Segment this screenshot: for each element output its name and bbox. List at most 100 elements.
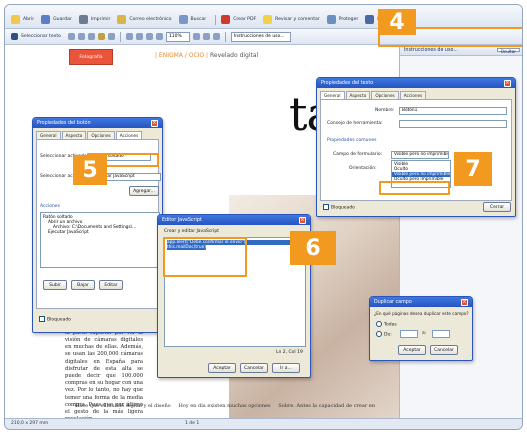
name-field[interactable]: Botón1 xyxy=(399,107,507,115)
dialog-title: Propiedades del botón xyxy=(37,120,91,126)
pen-icon[interactable] xyxy=(365,15,375,24)
locked-checkbox[interactable]: Bloqueado xyxy=(323,204,355,211)
print-icon[interactable] xyxy=(78,15,88,24)
highlight-code xyxy=(163,237,247,277)
locked-label: Bloqueado xyxy=(47,317,71,323)
footer-col-3: Sobre. Antes la capacidad de crear en xyxy=(278,403,375,409)
radio-icon[interactable] xyxy=(376,321,382,327)
toolbar-search[interactable]: Buscar xyxy=(191,17,207,22)
tab-actions[interactable]: Acciones xyxy=(399,91,427,99)
callout-7: 7 xyxy=(454,152,492,186)
tab-appearance[interactable]: Aspecto xyxy=(345,91,371,99)
checkbox-icon[interactable] xyxy=(39,316,45,322)
common-props-header: Propiedades comunes xyxy=(327,138,377,143)
toolbar-print[interactable]: Imprimir xyxy=(91,17,111,22)
next-page-icon[interactable] xyxy=(135,33,143,40)
accept-button[interactable]: Aceptar xyxy=(208,363,236,373)
duplicate-question: ¿En qué páginas desea duplicar este camp… xyxy=(374,311,469,316)
checkbox-tool-icon[interactable] xyxy=(107,33,115,40)
page-header: | ENIGMA / OCIO | Revelado digital xyxy=(155,52,258,59)
button-properties-dialog: Propiedades del botón × General Aspecto … xyxy=(32,117,163,333)
close-button[interactable]: Cerrar xyxy=(483,202,511,212)
screenshot-frame: Abrir Guardar Imprimir Correo electrónic… xyxy=(0,0,527,434)
radio-icon[interactable] xyxy=(376,331,382,337)
tooltip-field[interactable] xyxy=(399,120,507,128)
locked-checkbox[interactable]: Bloqueado xyxy=(39,316,71,323)
open-icon[interactable] xyxy=(11,15,20,24)
snapshot-icon[interactable] xyxy=(87,33,95,40)
goto-button[interactable]: Ir a... xyxy=(272,363,300,373)
create-pdf-icon[interactable] xyxy=(221,15,231,24)
orientation-label: Orientación: xyxy=(349,166,377,171)
page-header-title: Revelado digital xyxy=(210,52,259,59)
footer-col-2: Hoy en día existen muchas opciones xyxy=(178,403,271,409)
dialog-title: Propiedades del texto xyxy=(321,80,374,86)
radio-from-label: De: xyxy=(384,332,392,338)
move-down-button[interactable]: Bajar xyxy=(71,280,95,290)
email-icon[interactable] xyxy=(117,15,127,24)
from-page-field[interactable] xyxy=(400,330,418,338)
tab-actions[interactable]: Acciones xyxy=(115,131,143,139)
search-icon[interactable] xyxy=(178,15,188,24)
radio-all[interactable]: Todas xyxy=(376,321,397,328)
move-up-button[interactable]: Subir xyxy=(43,280,67,290)
duplicate-field-dialog: Duplicar campo × ¿En qué páginas desea d… xyxy=(369,296,473,361)
toolbar-create-pdf[interactable]: Crear PDF xyxy=(233,17,256,22)
fit-page-icon[interactable] xyxy=(192,33,200,40)
toolbar-open[interactable]: Abrir xyxy=(23,17,34,22)
read-mode-icon[interactable] xyxy=(212,33,220,40)
text-cursor-icon[interactable] xyxy=(11,33,18,40)
save-icon[interactable] xyxy=(41,15,51,24)
zoom-icon[interactable] xyxy=(77,33,85,40)
help-panel-close-button[interactable]: Ocultar xyxy=(496,48,520,54)
close-icon[interactable]: × xyxy=(151,119,158,127)
tree-item[interactable]: Ejecutar JavaScript xyxy=(43,230,157,235)
zoom-in-icon[interactable] xyxy=(155,33,163,40)
help-panel-title: Instrucciones de uso... xyxy=(404,48,458,53)
main-toolbar: Abrir Guardar Imprimir Correo electrónic… xyxy=(5,5,522,29)
toolbar-separator xyxy=(215,14,217,25)
select-text-tool[interactable]: Seleccionar texto xyxy=(21,34,61,39)
close-icon[interactable]: × xyxy=(504,79,511,87)
callout-4: 4 xyxy=(378,9,416,35)
name-label: Nombre: xyxy=(375,108,395,113)
toolbar-protect[interactable]: Proteger xyxy=(339,17,359,22)
zoom-out-icon[interactable] xyxy=(145,33,153,40)
tab-options[interactable]: Opciones xyxy=(371,91,399,99)
cancel-button[interactable]: Cancelar xyxy=(240,363,268,373)
article-footer-row: Hace que el mundo digital y el diseño Ho… xyxy=(75,403,375,409)
toolbar-email[interactable]: Correo electrónico xyxy=(129,17,171,22)
toolbar-save[interactable]: Guardar xyxy=(53,17,72,22)
form-field-select[interactable]: Visible pero no imprimible xyxy=(391,151,449,159)
tab-appearance[interactable]: Aspecto xyxy=(61,131,87,139)
edit-action-button[interactable]: Editar xyxy=(99,280,123,290)
actions-tree[interactable]: Ratón soltado Abrir un archivo Archivo: … xyxy=(40,212,160,268)
form-field-icon[interactable] xyxy=(97,33,105,40)
to-label: a: xyxy=(422,331,427,336)
status-bar: 210,0 x 297 mm 1 de 1 xyxy=(5,418,522,429)
radio-range[interactable]: De: xyxy=(376,331,392,338)
toolbar-review[interactable]: Revisar y comentar xyxy=(275,17,320,22)
acrobat-window: Abrir Guardar Imprimir Correo electrónic… xyxy=(4,4,523,430)
comment-icon[interactable] xyxy=(263,15,273,24)
hand-icon[interactable] xyxy=(67,33,75,40)
cancel-button[interactable]: Cancelar xyxy=(430,345,458,355)
dialog-titlebar: Editor JavaScript × xyxy=(158,215,310,225)
fit-width-icon[interactable] xyxy=(202,33,210,40)
checkbox-icon[interactable] xyxy=(323,204,329,210)
tab-options[interactable]: Opciones xyxy=(87,131,115,139)
tooltip-label: Consejo de herramienta: xyxy=(327,121,383,126)
to-page-field[interactable] xyxy=(432,330,450,338)
lock-icon[interactable] xyxy=(326,15,336,24)
text-properties-dialog: Propiedades del texto × General Aspecto … xyxy=(316,77,516,217)
close-icon[interactable]: × xyxy=(461,298,468,306)
search-field[interactable]: Instrucciones de uso... xyxy=(230,31,291,42)
actions-header: Acciones xyxy=(40,204,60,209)
close-icon[interactable]: × xyxy=(299,216,306,224)
prev-page-icon[interactable] xyxy=(125,33,133,40)
add-action-button[interactable]: Agregar... xyxy=(129,186,159,196)
accept-button[interactable]: Aceptar xyxy=(398,345,426,355)
tab-general[interactable]: General xyxy=(320,91,345,99)
zoom-field[interactable]: 110% xyxy=(165,31,190,42)
tab-general[interactable]: General xyxy=(36,131,61,139)
